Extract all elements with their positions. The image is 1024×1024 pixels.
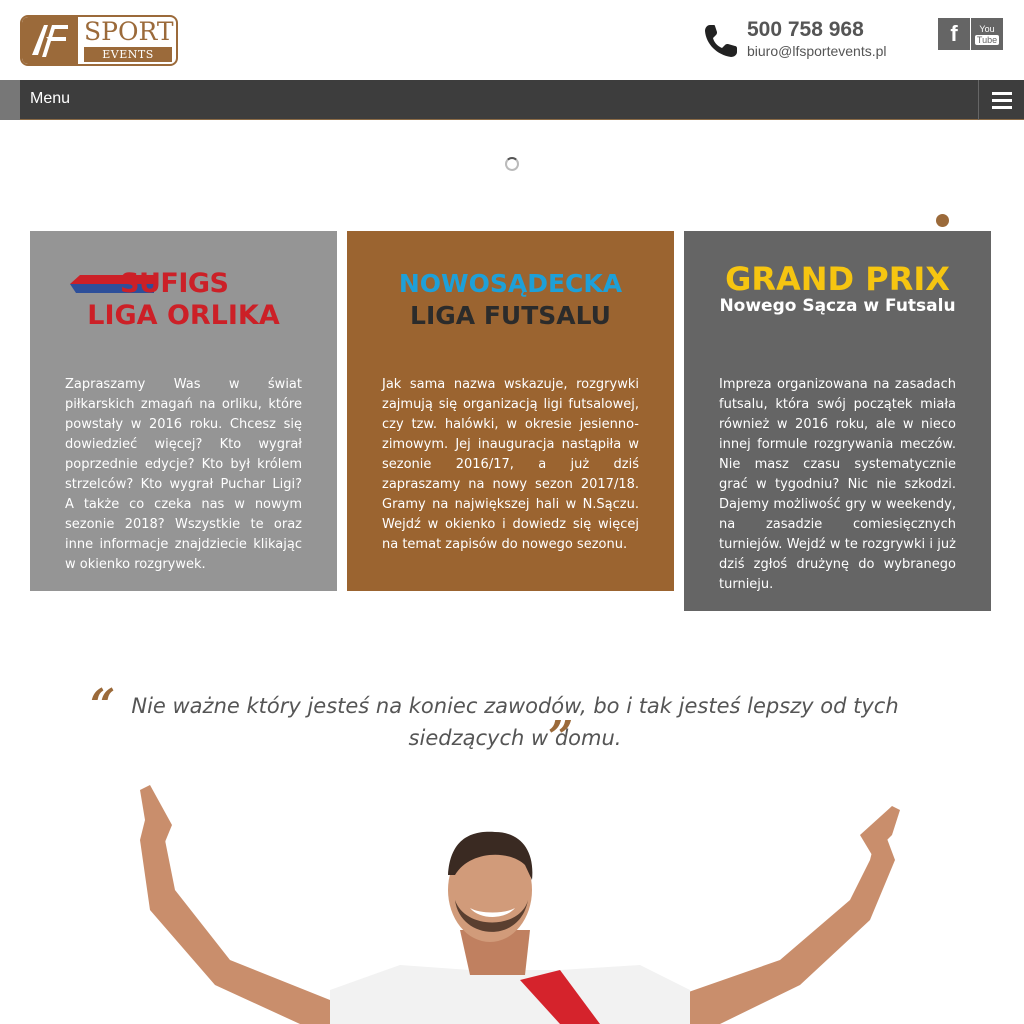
site-header: SPORT EVENTS 500 758 968 biuro@lfsportev… xyxy=(0,0,1024,80)
card-logo-top: SUFIGS xyxy=(120,268,229,299)
card-logo-top: GRAND PRIX xyxy=(725,260,950,298)
card-logo-bottom: Nowego Sącza w Futsalu xyxy=(719,296,956,316)
card-description: Impreza organizowana na zasadach futsalu… xyxy=(719,377,956,592)
card-description: Jak sama nazwa wskazuje, rozgrywki zajmu… xyxy=(382,377,639,552)
youtube-tube-text: Tube xyxy=(974,34,1000,45)
site-logo[interactable]: SPORT EVENTS xyxy=(20,15,178,66)
card-liga-futsalu[interactable]: NOWOSĄDECKA LIGA FUTSALU Jak sama nazwa … xyxy=(347,231,674,591)
quote-close-icon: ” xyxy=(548,712,574,763)
loading-spinner-icon xyxy=(505,157,519,171)
menu-label[interactable]: Menu xyxy=(30,90,70,108)
slider-dot[interactable] xyxy=(936,214,949,227)
hamburger-menu-icon[interactable] xyxy=(978,80,1024,120)
card-liga-orlika[interactable]: SUFIGS LIGA ORLIKA Zapraszamy Was w świa… xyxy=(30,231,337,591)
card-logo-bottom: LIGA ORLIKA xyxy=(87,300,280,331)
nav-accent xyxy=(0,80,20,120)
logo-monogram-icon xyxy=(22,17,78,64)
youtube-icon[interactable]: You Tube xyxy=(971,18,1003,50)
logo-events-text: EVENTS xyxy=(84,47,172,62)
card-logo-bottom: LIGA FUTSALU xyxy=(410,301,611,330)
logo-sport-text: SPORT xyxy=(84,17,174,46)
card-description: Zapraszamy Was w świat piłkarskich zmaga… xyxy=(65,377,302,572)
card-logo-top: NOWOSĄDECKA xyxy=(398,269,623,298)
motto-quote: Nie ważne który jesteś na koniec zawodów… xyxy=(131,694,899,750)
main-nav: Menu xyxy=(0,80,1024,120)
email-link[interactable]: biuro@lfsportevents.pl xyxy=(747,43,887,59)
celebrating-player-image xyxy=(140,785,900,1024)
phone-number[interactable]: 500 758 968 xyxy=(747,18,864,42)
facebook-icon[interactable]: f xyxy=(938,18,970,50)
phone-icon xyxy=(705,25,737,57)
youtube-you-text: You xyxy=(979,23,995,34)
card-grand-prix[interactable]: GRAND PRIX Nowego Sącza w Futsalu Imprez… xyxy=(684,231,991,611)
